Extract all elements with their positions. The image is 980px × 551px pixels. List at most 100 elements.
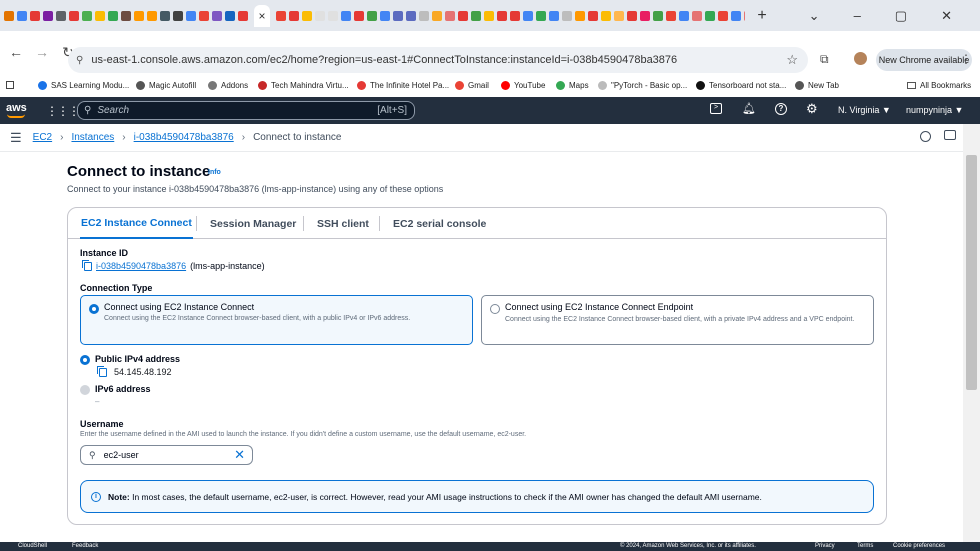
tab-favicon-icon[interactable] [82, 10, 92, 21]
settings-gear-icon[interactable]: ⚙ [806, 101, 818, 117]
tab-favicon-icon[interactable] [160, 10, 170, 21]
tab-favicon-icon[interactable] [302, 10, 312, 21]
radio-selected[interactable] [89, 304, 99, 314]
tab-ec2-serial-console[interactable]: EC2 serial console [393, 208, 486, 239]
tab-favicon-icon[interactable] [705, 10, 715, 21]
tab-favicon-icon[interactable] [30, 10, 40, 21]
tab-favicon-icon[interactable] [121, 10, 131, 21]
back-arrow-icon[interactable]: ← [6, 44, 26, 60]
tab-favicon-icon[interactable] [471, 10, 481, 21]
close-window-button[interactable]: ✕ [941, 8, 952, 24]
tab-favicon-icon[interactable] [549, 10, 559, 21]
breadcrumb-instances[interactable]: Instances [71, 132, 114, 143]
tab-favicon-icon[interactable] [199, 10, 209, 21]
connection-option-ec2-instance-connect[interactable]: Connect using EC2 Instance Connect Conne… [80, 295, 473, 345]
bookmark-item[interactable]: Maps [556, 75, 589, 95]
tab-favicon-icon[interactable] [523, 10, 533, 21]
tab-favicon-icon[interactable] [445, 10, 455, 21]
copy-icon[interactable] [97, 365, 107, 377]
url-text[interactable]: us-east-1.console.aws.amazon.com/ec2/hom… [91, 54, 677, 66]
tab-favicon-icon[interactable] [225, 10, 235, 21]
tab-favicon-icon[interactable] [614, 10, 624, 21]
ipv4-radio[interactable] [80, 355, 90, 365]
tab-favicon-icon[interactable] [692, 10, 702, 21]
tab-favicon-icon[interactable] [56, 10, 66, 21]
bookmark-item[interactable]: New Tab [795, 75, 839, 95]
tab-favicon-icon[interactable] [380, 10, 390, 21]
tab-favicon-icon[interactable] [134, 10, 144, 21]
footer-cloudshell[interactable]: CloudShell [18, 543, 47, 549]
tab-favicon-icon[interactable] [341, 10, 351, 21]
footer-terms[interactable]: Terms [857, 543, 873, 549]
tab-favicon-icon[interactable] [588, 10, 598, 21]
tab-favicon-icon[interactable] [653, 10, 663, 21]
breadcrumb-ec2[interactable]: EC2 [33, 132, 52, 143]
tab-favicon-icon[interactable] [95, 10, 105, 21]
tab-favicon-icon[interactable] [627, 10, 637, 21]
chrome-menu-icon[interactable]: ⋮ [960, 52, 972, 66]
tab-favicon-icon[interactable] [69, 10, 79, 21]
bookmark-item[interactable]: Tensorboard not sta... [696, 75, 786, 95]
bookmark-item[interactable]: SAS Learning Modu... [38, 75, 129, 95]
tab-favicon-icon[interactable] [484, 10, 494, 21]
tab-favicon-icon[interactable] [406, 10, 416, 21]
tab-favicon-icon[interactable] [393, 10, 403, 21]
username-input[interactable]: ⚲ ec2-user ✕ [80, 445, 253, 465]
tab-favicon-icon[interactable] [367, 10, 377, 21]
apps-icon[interactable] [6, 75, 14, 95]
help-icon[interactable]: ? [775, 103, 787, 115]
new-chrome-available-button[interactable]: New Chrome available [876, 49, 972, 71]
tab-favicon-icon[interactable] [718, 10, 728, 21]
info-link[interactable]: Info [208, 169, 221, 176]
tab-favicon-icon[interactable] [419, 10, 429, 21]
profile-avatar[interactable] [854, 52, 867, 65]
bookmark-item[interactable]: YouTube [501, 75, 545, 95]
tab-ec2-instance-connect[interactable]: EC2 Instance Connect [80, 208, 193, 239]
region-selector[interactable]: N. Virginia ▼ [838, 105, 891, 115]
username-value[interactable]: ec2-user [104, 450, 139, 460]
tab-favicon-icon[interactable] [315, 10, 325, 21]
aws-logo[interactable]: aws [6, 102, 27, 114]
tab-favicon-icon[interactable] [173, 10, 183, 21]
all-bookmarks[interactable]: All Bookmarks [907, 75, 971, 95]
bookmark-item[interactable]: Addons [208, 75, 248, 95]
tab-session-manager[interactable]: Session Manager [210, 208, 296, 239]
radio-unselected[interactable] [490, 304, 500, 314]
tab-favicon-icon[interactable] [43, 10, 53, 21]
hamburger-menu-icon[interactable]: ☰ [10, 130, 22, 146]
tab-favicon-icon[interactable] [458, 10, 468, 21]
footer-feedback[interactable]: Feedback [72, 543, 98, 549]
tab-favicon-icon[interactable] [108, 10, 118, 21]
copy-icon[interactable] [82, 259, 92, 271]
tab-favicon-icon[interactable] [731, 10, 741, 21]
tab-favicon-icon[interactable] [666, 10, 676, 21]
footer-cookie-preferences[interactable]: Cookie preferences [893, 543, 945, 549]
tab-ssh-client[interactable]: SSH client [317, 208, 369, 239]
tab-favicon-icon[interactable] [354, 10, 364, 21]
connection-option-ec2-instance-connect-endpoint[interactable]: Connect using EC2 Instance Connect Endpo… [481, 295, 874, 345]
tab-favicon-icon[interactable] [562, 10, 572, 21]
ipv6-radio[interactable] [80, 385, 90, 395]
tab-favicon-icon[interactable] [497, 10, 507, 21]
tab-favicon-icon[interactable] [575, 10, 585, 21]
clear-input-icon[interactable]: ✕ [234, 447, 245, 463]
bookmark-item[interactable]: Gmail [455, 75, 489, 95]
tab-favicon-icon[interactable] [679, 10, 689, 21]
bookmark-item[interactable]: Tech Mahindra Virtu... [258, 75, 349, 95]
bookmark-item[interactable]: The Infinite Hotel Pa... [357, 75, 449, 95]
breadcrumb-instance-id[interactable]: i-038b4590478ba3876 [134, 132, 234, 143]
tab-favicon-icon[interactable] [4, 10, 14, 21]
notifications-bell-icon[interactable]: 🔔︎ [742, 102, 756, 115]
tab-favicon-icon[interactable] [17, 10, 27, 21]
tab-favicon-icon[interactable] [601, 10, 611, 21]
aws-search-input[interactable]: ⚲ Search [Alt+S] [77, 101, 415, 120]
tab-favicon-icon[interactable] [289, 10, 299, 21]
tab-favicon-icon[interactable] [536, 10, 546, 21]
instance-id-value[interactable]: i-038b4590478ba3876 [96, 261, 186, 271]
footer-privacy[interactable]: Privacy [815, 543, 835, 549]
extensions-icon[interactable]: ⧉ [820, 52, 829, 67]
cloudshell-icon[interactable]: > [710, 103, 722, 114]
active-tab[interactable]: × [254, 4, 270, 27]
new-tab-button[interactable]: + [757, 7, 766, 25]
tab-favicon-icon[interactable] [510, 10, 520, 21]
